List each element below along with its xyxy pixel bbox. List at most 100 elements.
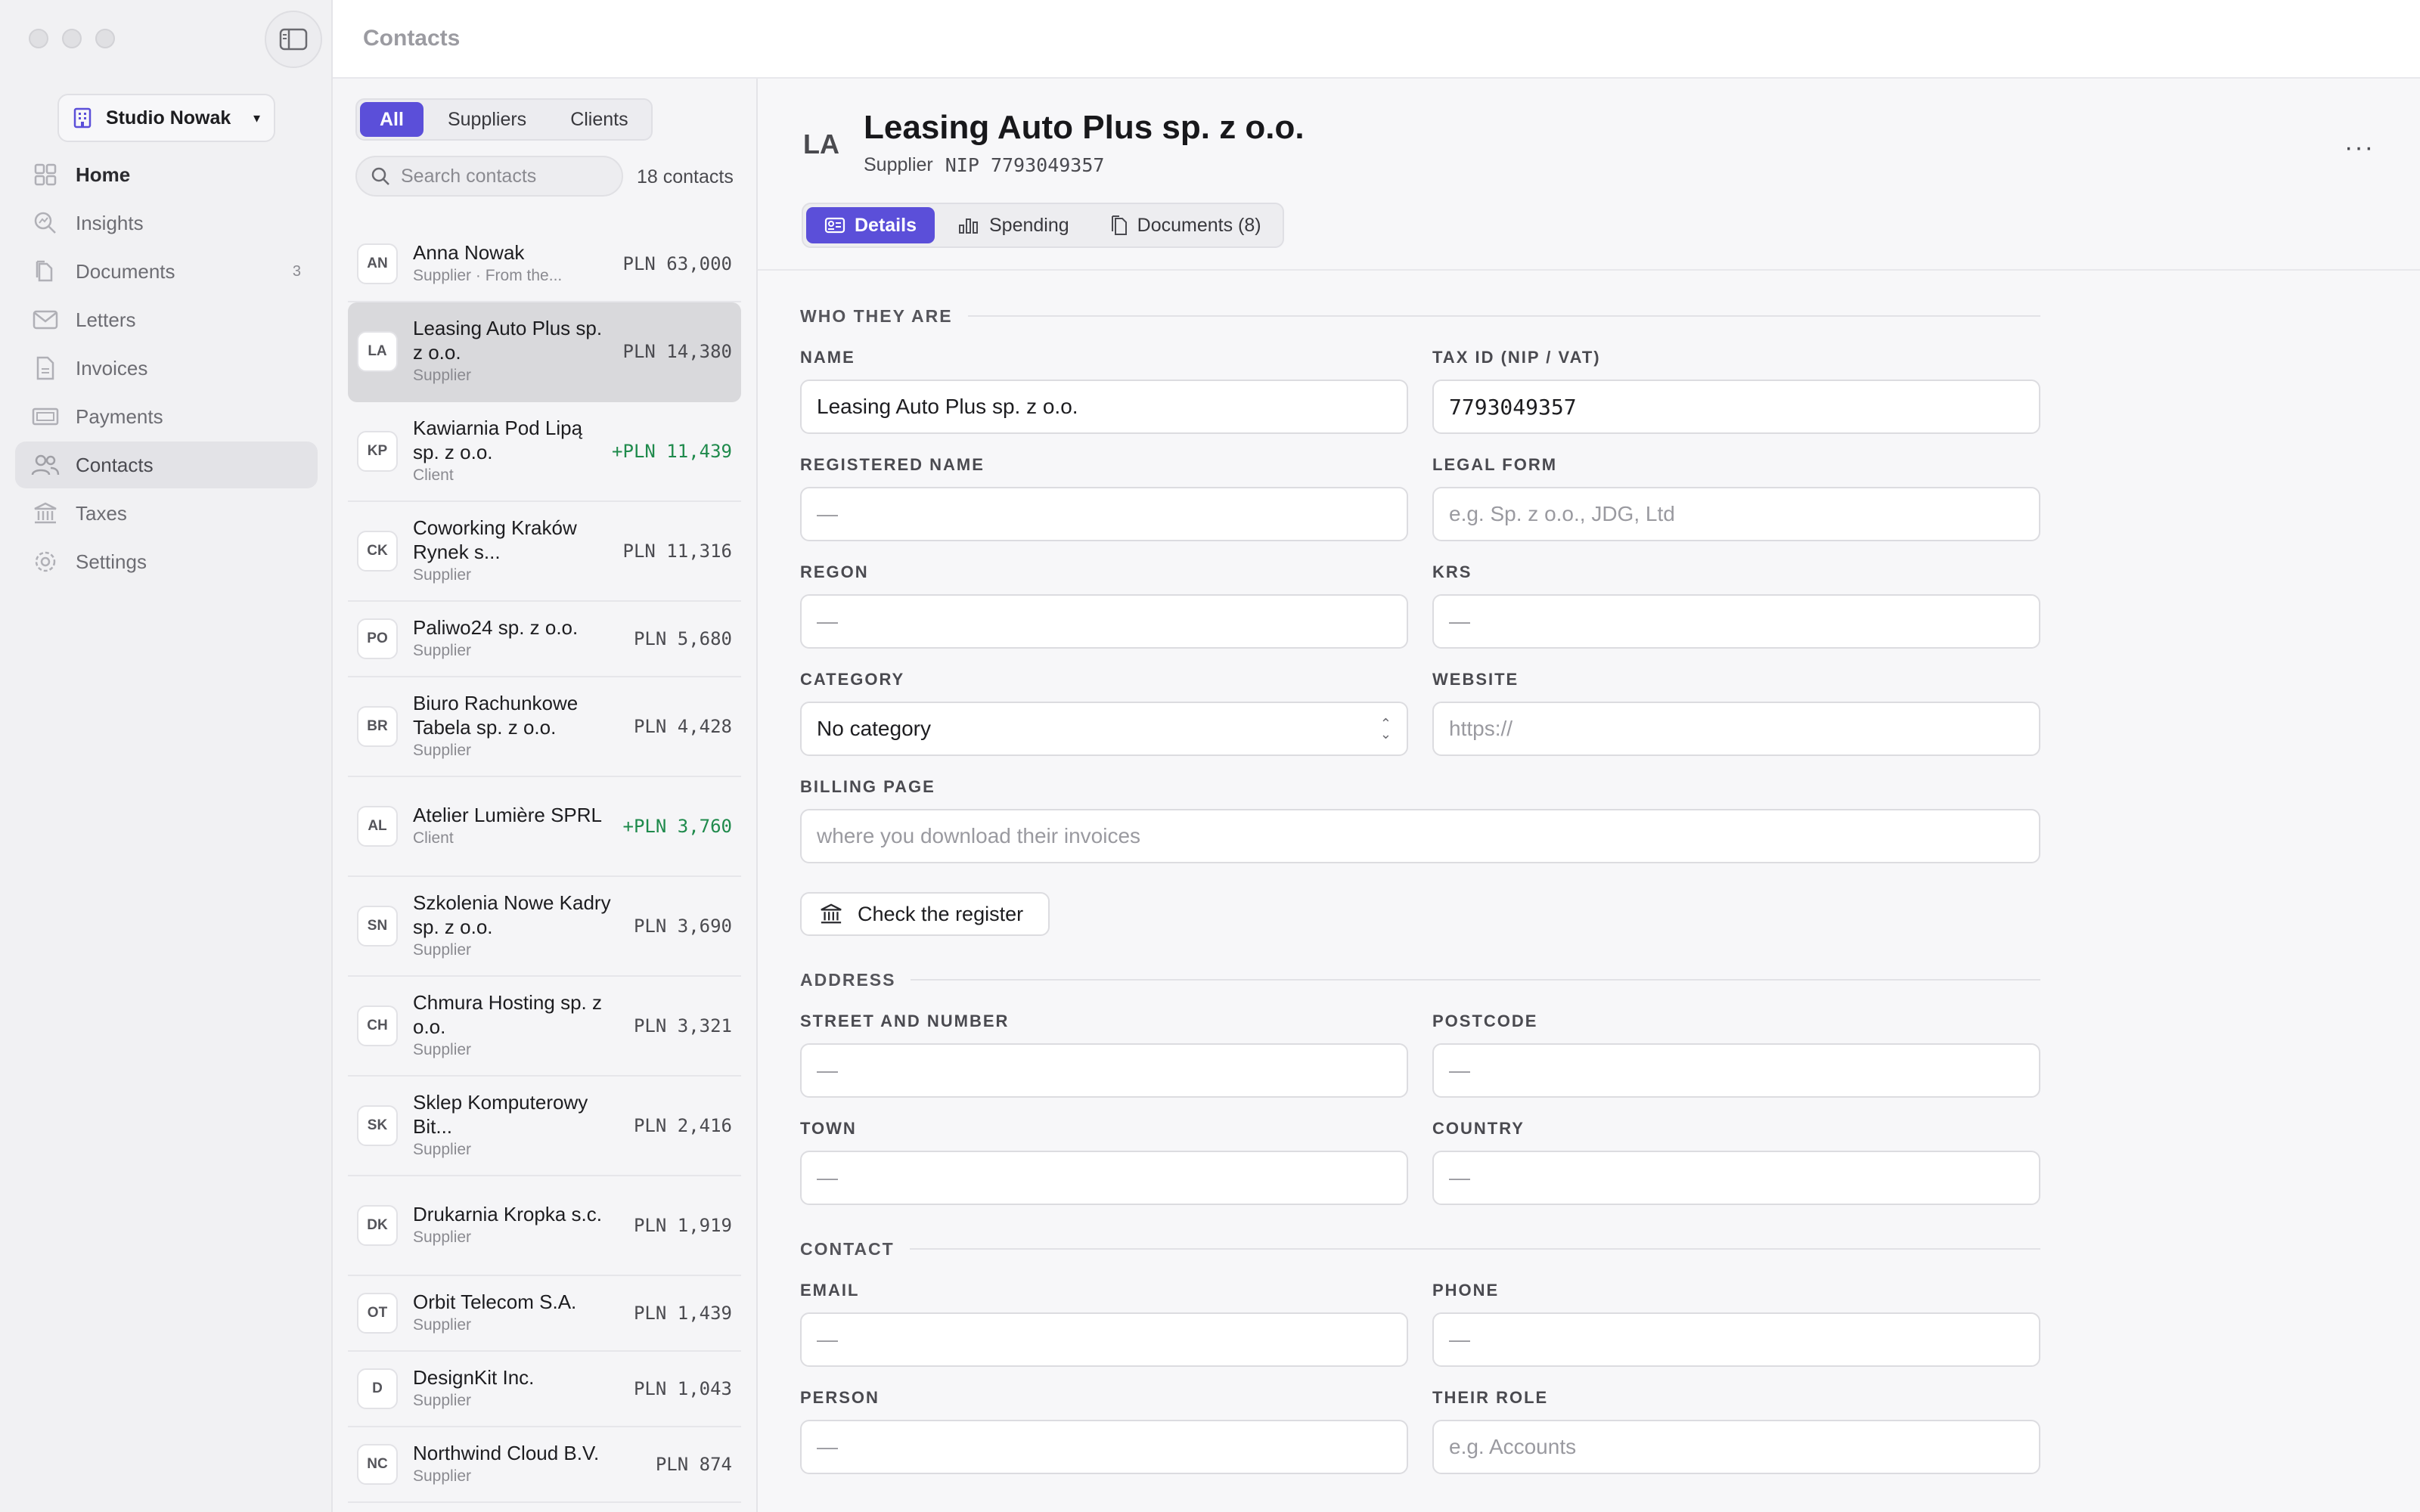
nav-item-home[interactable]: Home — [15, 151, 318, 198]
nav-item-letters[interactable]: Letters — [15, 296, 318, 343]
name-field[interactable]: Leasing Auto Plus sp. z o.o. — [800, 380, 1408, 434]
zoom-window-button[interactable] — [95, 29, 115, 48]
krs-field[interactable]: — — [1432, 594, 2040, 649]
contact-row[interactable]: D DesignKit Inc. Supplier PLN 1,043 — [348, 1352, 741, 1427]
their-role-label: THEIR ROLE — [1432, 1388, 1549, 1407]
postcode-field[interactable]: — — [1432, 1043, 2040, 1098]
contact-amount: PLN 1,043 — [633, 1378, 732, 1399]
contact-row-selected[interactable]: LA Leasing Auto Plus sp. z o.o. Supplier … — [348, 302, 741, 402]
main-nav: Home Insights Documents 3 Letters Invoic… — [15, 151, 318, 587]
country-field[interactable]: — — [1432, 1151, 2040, 1205]
contact-row[interactable]: BR Biuro Rachunkowe Tabela sp. z o.o. Sup… — [348, 677, 741, 777]
sidebar-toggle-button[interactable] — [265, 11, 322, 68]
nav-item-settings[interactable]: Settings — [15, 538, 318, 585]
chevron-down-icon: ▾ — [253, 110, 260, 125]
contact-avatar: KP — [357, 431, 398, 472]
filter-clients[interactable]: Clients — [551, 102, 647, 137]
person-label: PERSON — [800, 1388, 880, 1407]
legal-form-field[interactable]: e.g. Sp. z o.o., JDG, Ltd — [1432, 487, 2040, 541]
contact-type: Supplier — [413, 1141, 472, 1158]
contact-avatar: OT — [357, 1293, 398, 1334]
contact-amount: PLN 5,680 — [633, 628, 732, 649]
their-role-field[interactable]: e.g. Accounts — [1432, 1420, 2040, 1474]
tab-label: Spending — [988, 214, 1069, 236]
registered-name-field[interactable]: — — [800, 487, 1408, 541]
tab-spending[interactable]: Spending — [939, 207, 1087, 243]
contact-name: Sklep Komputerowy Bit... — [413, 1091, 588, 1138]
building-icon — [73, 107, 92, 129]
organization-name: Studio Nowak — [106, 107, 231, 129]
detail-meta: Supplier NIP 7793049357 — [864, 154, 1104, 176]
contact-name: Biuro Rachunkowe Tabela sp. z o.o. — [413, 692, 579, 739]
phone-label: PHONE — [1432, 1281, 1500, 1300]
detail-initials: LA — [803, 129, 839, 160]
regon-field[interactable]: — — [800, 594, 1408, 649]
tax-id-field[interactable]: 7793049357 — [1432, 380, 2040, 434]
minimize-window-button[interactable] — [62, 29, 82, 48]
more-options-button[interactable]: ··· — [2344, 133, 2375, 163]
nav-item-invoices[interactable]: Invoices — [15, 345, 318, 392]
bank-icon — [30, 498, 60, 528]
country-label: COUNTRY — [1432, 1119, 1525, 1138]
postcode-label: POSTCODE — [1432, 1012, 1538, 1030]
contact-amount: PLN 3,690 — [633, 916, 732, 937]
contact-row[interactable]: SN Szkolenia Nowe Kadry sp. z o.o. Suppli… — [348, 877, 741, 977]
category-select[interactable]: No category ⌃ ⌄ — [800, 702, 1408, 756]
nav-item-documents[interactable]: Documents 3 — [15, 248, 318, 295]
street-field[interactable]: — — [800, 1043, 1408, 1098]
contact-type: Supplier — [413, 1316, 472, 1334]
search-input[interactable]: Search contacts — [355, 156, 623, 197]
tab-details[interactable]: Details — [806, 207, 935, 243]
id-card-icon — [824, 217, 845, 234]
close-window-button[interactable] — [29, 29, 48, 48]
nav-item-taxes[interactable]: Taxes — [15, 490, 318, 537]
website-field[interactable]: https:// — [1432, 702, 2040, 756]
organization-switcher[interactable]: Studio Nowak ▾ — [57, 94, 275, 142]
contact-row[interactable]: OT Orbit Telecom S.A. Supplier PLN 1,439 — [348, 1276, 741, 1352]
tab-documents[interactable]: Documents (8) — [1092, 207, 1280, 243]
documents-icon — [1111, 215, 1127, 235]
contact-row[interactable]: SK Sklep Komputerowy Bit... Supplier PLN … — [348, 1077, 741, 1176]
contact-name: Leasing Auto Plus sp. z o.o. — [413, 317, 603, 364]
contact-row[interactable]: NC Northwind Cloud B.V. Supplier PLN 874 — [348, 1427, 741, 1503]
contact-type: Supplier — [413, 742, 472, 759]
nav-label: Contacts — [76, 453, 154, 476]
contact-amount: PLN 874 — [655, 1454, 732, 1475]
phone-field[interactable]: — — [1432, 1312, 2040, 1367]
detail-header: LA Leasing Auto Plus sp. z o.o. Supplier… — [758, 79, 2420, 271]
contact-row[interactable]: PO Paliwo24 sp. z o.o. Supplier PLN 5,680 — [348, 602, 741, 677]
krs-label: KRS — [1432, 562, 1472, 581]
filter-all[interactable]: All — [360, 102, 424, 137]
nav-item-payments[interactable]: Payments — [15, 393, 318, 440]
contact-name: Coworking Kraków Rynek s... — [413, 516, 577, 563]
contact-row[interactable]: AN Anna Nowak Supplier · From the... PLN … — [348, 227, 741, 302]
insights-icon — [30, 208, 60, 238]
contact-row[interactable]: DK Drukarnia Kropka s.c. Supplier PLN 1,9… — [348, 1176, 741, 1276]
email-field[interactable]: — — [800, 1312, 1408, 1367]
contact-row[interactable]: AL Atelier Lumière SPRL Client +PLN 3,760 — [348, 777, 741, 877]
filter-suppliers[interactable]: Suppliers — [428, 102, 546, 137]
nav-label: Documents — [76, 259, 175, 283]
contact-row[interactable]: KP Kawiarnia Pod Lipą sp. z o.o. Client +… — [348, 402, 741, 502]
payments-icon — [30, 401, 60, 432]
section-contact: CONTACT — [800, 1238, 2040, 1259]
contact-name: Chmura Hosting sp. z o.o. — [413, 991, 602, 1038]
contact-name: Paliwo24 sp. z o.o. — [413, 616, 579, 639]
category-value: No category — [817, 717, 931, 740]
person-field[interactable]: — — [800, 1420, 1408, 1474]
contact-row[interactable]: CH Chmura Hosting sp. z o.o. Supplier PLN… — [348, 977, 741, 1077]
contact-row[interactable]: CK Coworking Kraków Rynek s... Supplier P… — [348, 502, 741, 602]
nav-item-contacts[interactable]: Contacts — [15, 442, 318, 488]
search-icon — [371, 167, 389, 185]
contact-type: Supplier — [413, 566, 472, 584]
billing-page-field[interactable]: where you download their invoices — [800, 809, 2040, 863]
tab-label: Documents (8) — [1137, 214, 1261, 236]
sidebar-toggle-icon — [279, 28, 308, 51]
nav-item-insights[interactable]: Insights — [15, 200, 318, 246]
billing-page-label: BILLING PAGE — [800, 777, 935, 796]
town-field[interactable]: — — [800, 1151, 1408, 1205]
contact-avatar: CH — [357, 1005, 398, 1046]
contact-name: Northwind Cloud B.V. — [413, 1442, 600, 1464]
check-register-button[interactable]: Check the register — [800, 892, 1050, 936]
contact-list-panel: All Suppliers Clients Search contacts 18… — [333, 79, 758, 1512]
